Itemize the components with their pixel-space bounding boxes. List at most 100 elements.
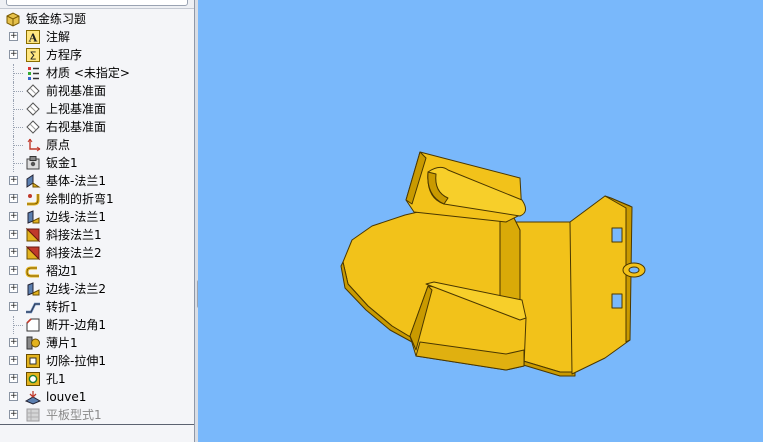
expand-toggle[interactable]: +	[9, 356, 18, 365]
tab-icon	[25, 335, 41, 351]
hem-icon	[25, 263, 41, 279]
louver-icon	[24, 389, 42, 405]
hole-icon	[25, 371, 41, 387]
tree-item-label: louve1	[46, 390, 87, 404]
tree-item-equations[interactable]: + Σ 方程序	[0, 46, 194, 64]
flange-slot-bottom	[611, 293, 623, 309]
origin-icon	[25, 137, 41, 153]
tree-item-origin[interactable]: 原点	[0, 136, 194, 154]
expand-toggle[interactable]: +	[9, 230, 18, 239]
tree-item-label: 注解	[46, 30, 71, 44]
tree-item-label: 钣金1	[46, 156, 78, 170]
tree-item-miter-flange-2[interactable]: + 斜接法兰2	[0, 244, 194, 262]
part-icon	[5, 11, 21, 27]
tree-item-label: 边线-法兰2	[46, 282, 106, 296]
expand-toggle[interactable]: +	[9, 410, 18, 419]
tree-item-miter-flange-1[interactable]: + 斜接法兰1	[0, 226, 194, 244]
tree-item-hole[interactable]: + 孔1	[0, 370, 194, 388]
tree-item-base-flange[interactable]: + 基体-法兰1	[0, 172, 194, 190]
base-flange-icon	[25, 173, 41, 189]
expand-toggle[interactable]: +	[9, 176, 18, 185]
tree-item-break-corner[interactable]: 断开-边角1	[0, 316, 194, 334]
tree-item-label: 薄片1	[46, 336, 78, 350]
tree-item-label: 切除-拉伸1	[46, 354, 106, 368]
sheet-metal-model[interactable]	[198, 0, 763, 442]
tree-item-sheet-metal[interactable]: 钣金1	[0, 154, 194, 172]
svg-text:Σ: Σ	[30, 50, 37, 63]
right-flange	[569, 195, 631, 375]
tree-item-label: 斜接法兰1	[46, 228, 102, 242]
tree-item-material[interactable]: 材质 <未指定>	[0, 64, 194, 82]
tree-connector	[13, 100, 24, 118]
sheet-metal-icon	[25, 155, 41, 171]
tree-connector	[13, 64, 24, 82]
break-corner-icon	[25, 317, 41, 333]
tree-item-sketched-bend[interactable]: + 绘制的折弯1	[0, 190, 194, 208]
tree-root-label: 钣金练习题	[26, 12, 87, 26]
tree-item-louver[interactable]: + louve1	[0, 388, 194, 406]
tree-item-label: 平板型式1	[46, 408, 102, 422]
tree-item-label: 前视基准面	[46, 84, 107, 98]
tree-item-label: 方程序	[46, 48, 83, 62]
tree-item-edge-flange-2[interactable]: + 边线-法兰2	[0, 280, 194, 298]
tree-item-label: 转折1	[46, 300, 78, 314]
expand-toggle[interactable]: +	[9, 32, 18, 41]
expand-toggle[interactable]: +	[9, 248, 18, 257]
tab-hole	[628, 266, 640, 274]
sketched-bend-icon	[25, 191, 41, 207]
tree-item-label: 孔1	[46, 372, 66, 386]
expand-toggle[interactable]: +	[9, 50, 18, 59]
expand-toggle[interactable]: +	[9, 194, 18, 203]
feature-tree-list: 钣金练习题 + A 注解 + Σ 方程序 材质 <未指定> 前视基准面 上视基准…	[0, 10, 194, 424]
expand-toggle[interactable]: +	[9, 284, 18, 293]
tree-divider	[0, 424, 194, 425]
tree-connector	[13, 154, 24, 172]
miter-flange-icon	[25, 245, 41, 261]
tree-item-label: 原点	[46, 138, 71, 152]
graphics-viewport[interactable]	[198, 0, 763, 442]
tree-filter-input[interactable]	[6, 0, 188, 6]
expand-toggle[interactable]: +	[9, 302, 18, 311]
tree-root-item[interactable]: 钣金练习题	[0, 10, 194, 28]
tree-item-label: 材质 <未指定>	[46, 66, 130, 80]
tree-connector	[13, 82, 24, 100]
expand-toggle[interactable]: +	[9, 374, 18, 383]
material-icon	[25, 65, 41, 81]
tree-item-label: 边线-法兰1	[46, 210, 106, 224]
cut-extrude-icon	[25, 353, 41, 369]
expand-toggle[interactable]: +	[9, 212, 18, 221]
equations-icon: Σ	[25, 47, 41, 63]
tree-item-hem[interactable]: + 褶边1	[0, 262, 194, 280]
tree-item-cut-extrude[interactable]: + 切除-拉伸1	[0, 352, 194, 370]
tree-item-label: 绘制的折弯1	[46, 192, 114, 206]
tree-item-tab[interactable]: + 薄片1	[0, 334, 194, 352]
tree-item-label: 褶边1	[46, 264, 78, 278]
svg-text:A: A	[28, 32, 38, 45]
plane-icon	[25, 119, 41, 135]
expand-toggle[interactable]: +	[9, 392, 18, 401]
jog-icon	[25, 299, 41, 315]
tree-item-right-plane[interactable]: 右视基准面	[0, 118, 194, 136]
tree-item-label: 上视基准面	[46, 102, 107, 116]
tree-item-edge-flange-1[interactable]: + 边线-法兰1	[0, 208, 194, 226]
expand-toggle[interactable]: +	[9, 338, 18, 347]
tree-item-label: 基体-法兰1	[46, 174, 106, 188]
tree-item-top-plane[interactable]: 上视基准面	[0, 100, 194, 118]
tree-filter-bar	[0, 0, 194, 9]
feature-manager-tree: 钣金练习题 + A 注解 + Σ 方程序 材质 <未指定> 前视基准面 上视基准…	[0, 0, 195, 442]
expand-toggle[interactable]: +	[9, 266, 18, 275]
plane-icon	[25, 83, 41, 99]
tree-connector	[13, 118, 24, 136]
edge-flange-icon	[25, 209, 41, 225]
miter-flange-icon	[25, 227, 41, 243]
flange-slot-top	[611, 227, 623, 243]
tree-item-flat-pattern[interactable]: + 平板型式1	[0, 406, 194, 424]
tree-connector	[13, 136, 24, 154]
annotations-icon: A	[25, 29, 41, 45]
tree-item-front-plane[interactable]: 前视基准面	[0, 82, 194, 100]
tree-item-label: 断开-边角1	[46, 318, 106, 332]
tree-connector	[13, 316, 24, 334]
flat-pattern-icon	[25, 407, 41, 423]
tree-item-jog[interactable]: + 转折1	[0, 298, 194, 316]
tree-item-annotations[interactable]: + A 注解	[0, 28, 194, 46]
